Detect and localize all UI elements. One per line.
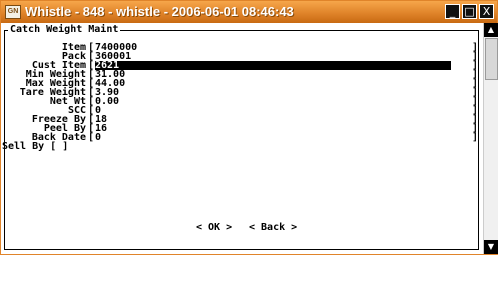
title-bar[interactable]: GN Whistle - 848 - whistle - 2006-06-01 … — [1, 1, 497, 23]
screen-title: Catch Weight Maint — [8, 24, 121, 35]
window-title: Whistle - 848 - whistle - 2006-06-01 08:… — [25, 4, 294, 19]
terminal-screen[interactable]: Catch Weight Maint Item [ 7400000 ] Pack… — [2, 23, 482, 254]
sell-by-field[interactable]: Sell By [ ] — [2, 142, 68, 152]
close-button[interactable]: X — [479, 4, 494, 19]
minimize-button[interactable]: _ — [445, 4, 460, 19]
back-button[interactable]: < Back > — [249, 223, 297, 233]
scrollbar-thumb[interactable] — [485, 38, 498, 80]
terminal-window: GN Whistle - 848 - whistle - 2006-06-01 … — [0, 0, 498, 255]
vertical-scrollbar[interactable]: ▲ ▼ — [483, 23, 498, 254]
field-bracket: ] — [472, 132, 479, 143]
up-arrow-icon[interactable]: ▲ — [484, 23, 498, 37]
back-date-input[interactable]: 0 — [95, 133, 101, 143]
ok-button[interactable]: < OK > — [196, 223, 232, 233]
app-icon: GN — [5, 5, 21, 19]
down-arrow-icon[interactable]: ▼ — [484, 240, 498, 254]
field-bracket: [ — [88, 132, 95, 143]
cust-item-input[interactable]: 2621 — [95, 61, 451, 71]
maximize-button[interactable]: □ — [462, 4, 477, 19]
field-back-date[interactable]: Back Date [ 0 ] — [5, 132, 479, 143]
